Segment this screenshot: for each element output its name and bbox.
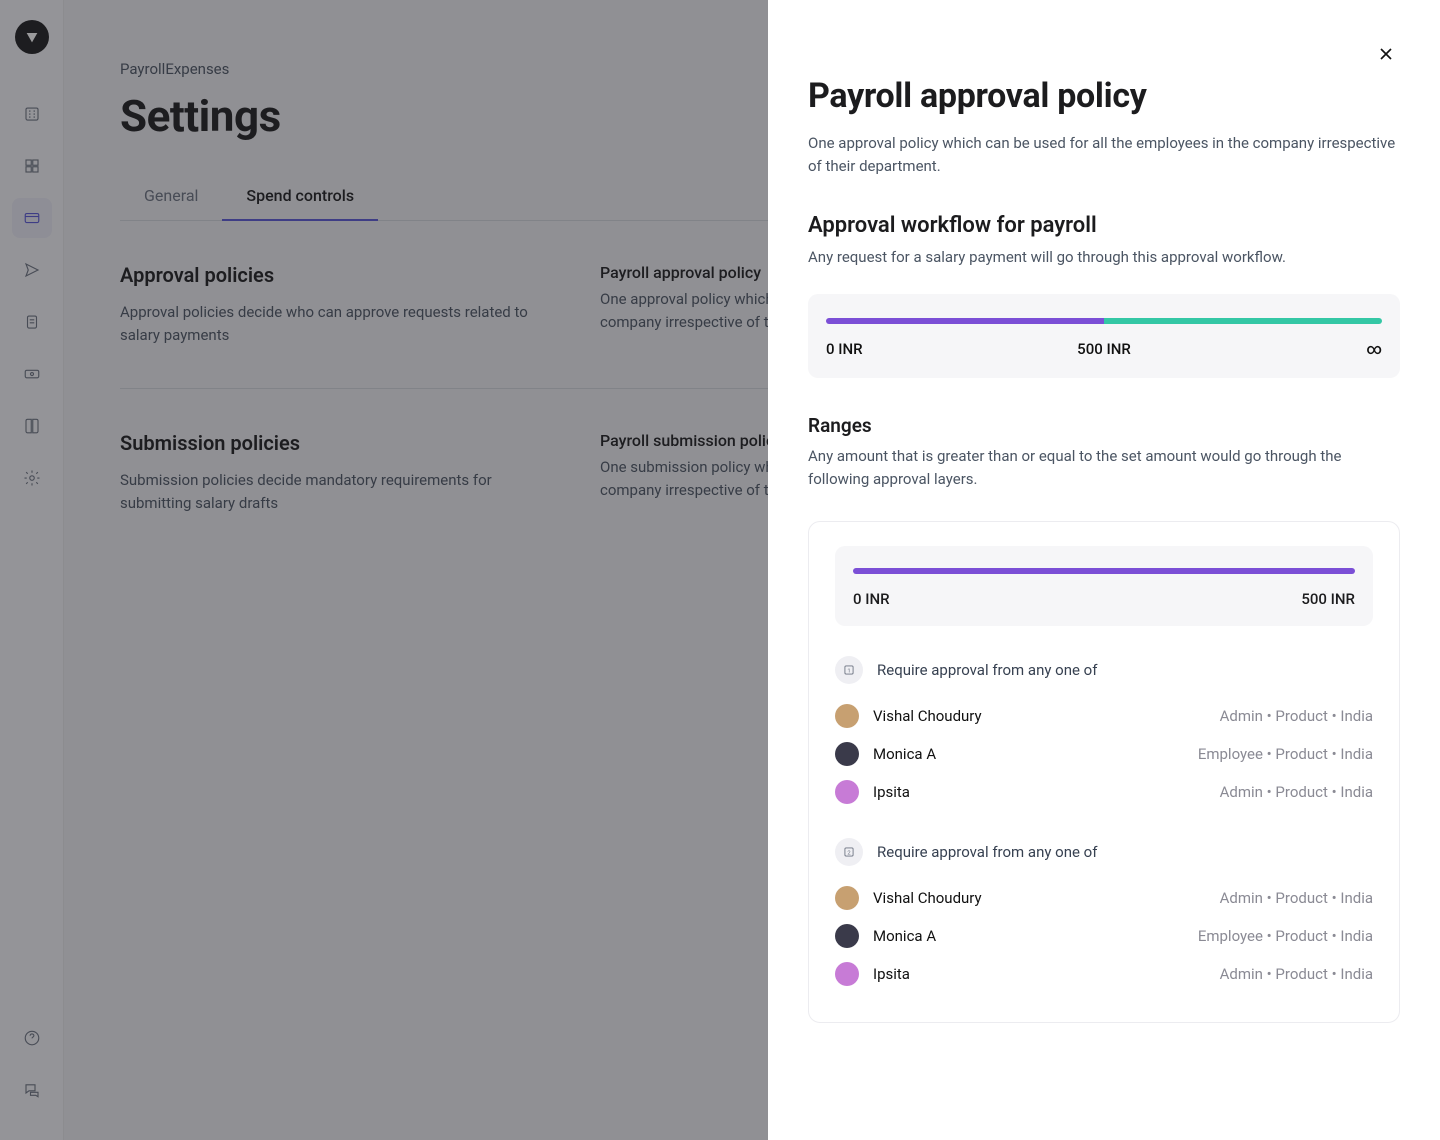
avatar — [835, 886, 859, 910]
range-overview: 0 INR 500 INR ∞ — [808, 294, 1400, 378]
person-row: Vishal Choudury Admin • Product • India — [835, 886, 1373, 910]
range-bar — [826, 318, 1382, 324]
approval-layer-2: 2 Require approval from any one of Vishal … — [835, 838, 1373, 986]
policy-drawer: Payroll approval policy One approval pol… — [768, 0, 1440, 1140]
mini-range-end: 500 INR — [1301, 590, 1355, 608]
avatar — [835, 962, 859, 986]
person-name: Ipsita — [873, 965, 910, 983]
person-row: Vishal Choudury Admin • Product • India — [835, 704, 1373, 728]
person-row: Ipsita Admin • Product • India — [835, 962, 1373, 986]
person-name: Vishal Choudury — [873, 889, 982, 907]
person-meta: Admin • Product • India — [1220, 889, 1373, 907]
person-name: Ipsita — [873, 783, 910, 801]
person-name: Monica A — [873, 927, 936, 945]
person-meta: Admin • Product • India — [1220, 965, 1373, 983]
person-meta: Admin • Product • India — [1220, 783, 1373, 801]
ranges-title: Ranges — [808, 414, 1400, 437]
range-label-mid: 500 INR — [1077, 340, 1131, 358]
avatar — [835, 924, 859, 948]
drawer-title: Payroll approval policy — [808, 76, 1400, 116]
person-row: Monica A Employee • Product • India — [835, 924, 1373, 948]
svg-text:1: 1 — [847, 668, 850, 674]
approval-layer-1: 1 Require approval from any one of Vishal … — [835, 656, 1373, 804]
person-meta: Admin • Product • India — [1220, 707, 1373, 725]
mini-range-start: 0 INR — [853, 590, 890, 608]
range-label-start: 0 INR — [826, 340, 863, 358]
close-button[interactable] — [1372, 40, 1400, 68]
layer-badge-1: 1 — [835, 656, 863, 684]
range-segment-1 — [826, 318, 1104, 324]
avatar — [835, 742, 859, 766]
person-meta: Employee • Product • India — [1198, 927, 1373, 945]
person-row: Monica A Employee • Product • India — [835, 742, 1373, 766]
person-name: Vishal Choudury — [873, 707, 982, 725]
avatar — [835, 704, 859, 728]
range-segment-2 — [1104, 318, 1382, 324]
layer-text: Require approval from any one of — [877, 661, 1097, 679]
workflow-title: Approval workflow for payroll — [808, 213, 1400, 238]
ranges-sub: Any amount that is greater than or equal… — [808, 445, 1400, 492]
layer-text: Require approval from any one of — [877, 843, 1097, 861]
avatar — [835, 780, 859, 804]
range-card-1: 0 INR 500 INR 1 Require approval from any… — [808, 521, 1400, 1023]
drawer-subtitle: One approval policy which can be used fo… — [808, 132, 1400, 179]
mini-range-bar — [853, 568, 1355, 574]
range-label-end: ∞ — [1366, 340, 1382, 358]
mini-range: 0 INR 500 INR — [835, 546, 1373, 626]
person-row: Ipsita Admin • Product • India — [835, 780, 1373, 804]
workflow-sub: Any request for a salary payment will go… — [808, 248, 1400, 266]
svg-text:2: 2 — [847, 850, 851, 856]
person-name: Monica A — [873, 745, 936, 763]
layer-badge-2: 2 — [835, 838, 863, 866]
person-meta: Employee • Product • India — [1198, 745, 1373, 763]
close-icon — [1376, 44, 1396, 64]
